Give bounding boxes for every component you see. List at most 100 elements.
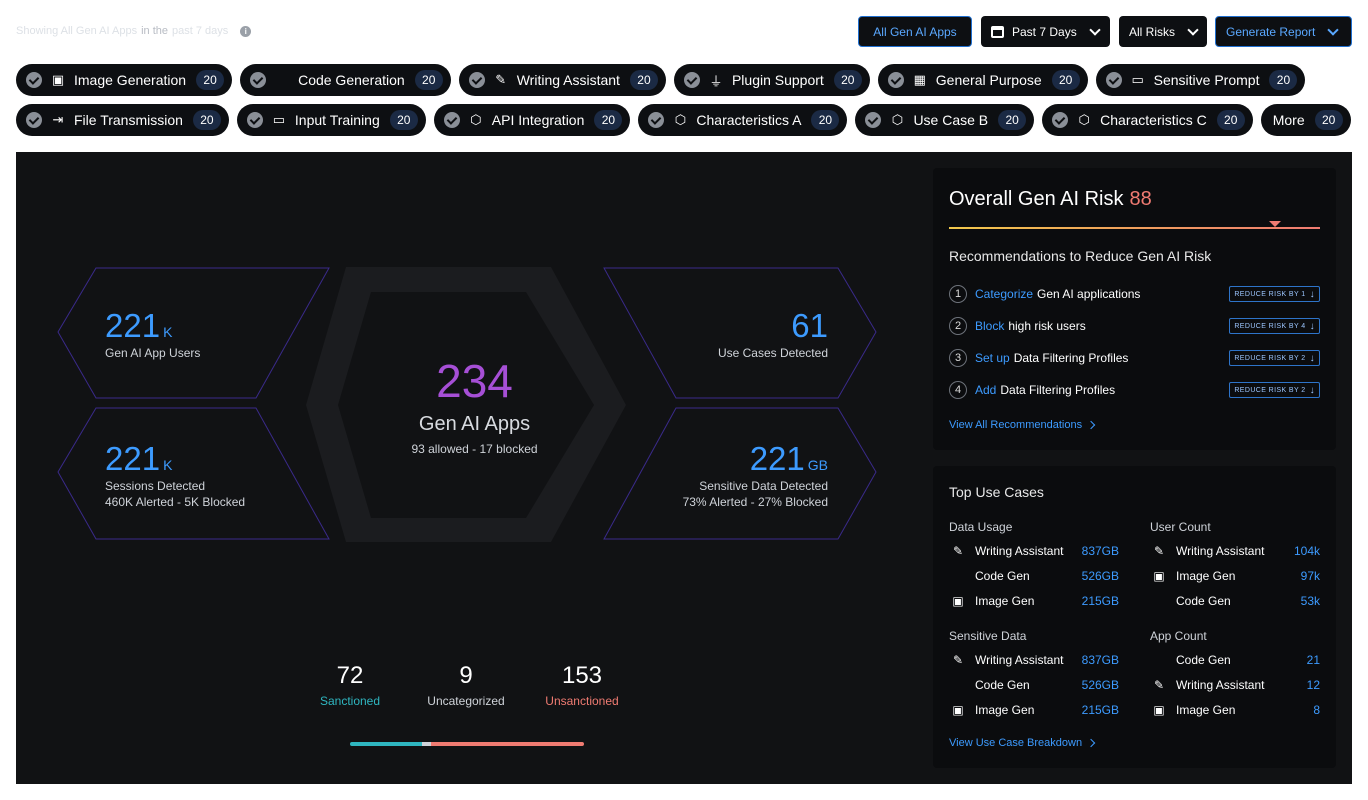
- api-icon: ⬡: [891, 112, 904, 127]
- more-chip[interactable]: More 20: [1260, 104, 1351, 136]
- input-icon: ▭: [272, 112, 286, 127]
- chip-label: Plugin Support: [731, 72, 824, 88]
- chip-count: 20: [414, 70, 443, 90]
- image-icon: ▣: [51, 72, 65, 87]
- period-label: Past 7 Days: [1012, 24, 1077, 39]
- reduce-risk-button[interactable]: REDUCE RISK BY 1 ↓: [1229, 286, 1320, 302]
- sessions-label: Sessions Detected: [105, 479, 206, 493]
- rec-action-link[interactable]: Categorize: [975, 287, 1033, 301]
- filter-chip-file-transmission[interactable]: ⇥ File Transmission 20: [16, 104, 229, 136]
- filter-chip-input-training[interactable]: ▭ Input Training 20: [236, 104, 426, 136]
- info-icon[interactable]: i: [240, 25, 252, 37]
- use-case-label: Code Gen: [1176, 653, 1231, 667]
- chip-label: File Transmission: [74, 112, 183, 128]
- chip-label: Image Generation: [74, 72, 187, 88]
- reduce-risk-label: REDUCE RISK BY 1: [1234, 290, 1306, 298]
- plug-icon: ⏚: [709, 73, 723, 89]
- filter-chip-api-integration[interactable]: ⬡ API Integration 20: [433, 104, 631, 136]
- filter-chip-writing-assistant[interactable]: ✎ Writing Assistant 20: [458, 64, 666, 96]
- check-circle-icon[interactable]: [648, 112, 665, 128]
- use-case-row: Code Gen 526GB: [949, 567, 1119, 585]
- chip-label: Writing Assistant: [516, 72, 620, 88]
- check-circle-icon[interactable]: [443, 112, 460, 128]
- api-icon: ⬡: [674, 112, 687, 127]
- filter-chip-sensitive-prompt[interactable]: ▭ Sensitive Prompt 20: [1095, 64, 1306, 96]
- chip-count: 20: [196, 70, 225, 90]
- summary-area: 221 K Gen AI App Users 221 K Sessions Dete…: [16, 152, 933, 784]
- check-circle-icon[interactable]: [1052, 112, 1069, 128]
- chip-label: Code Generation: [298, 72, 405, 88]
- chip-label: Use Case B: [913, 112, 989, 128]
- generate-report-button[interactable]: Generate Report: [1215, 16, 1352, 47]
- chip-count: 20: [1269, 70, 1298, 90]
- chip-count: 20: [629, 70, 658, 90]
- filter-chip-general-purpose[interactable]: ▦ General Purpose 20: [877, 64, 1088, 96]
- use-case-group-title: App Count: [1150, 629, 1207, 643]
- reduce-risk-label: REDUCE RISK BY 2: [1234, 386, 1306, 394]
- period-dropdown[interactable]: Past 7 Days: [981, 16, 1110, 47]
- chip-label: General Purpose: [935, 72, 1042, 88]
- all-gen-ai-apps-button[interactable]: All Gen AI Apps: [858, 16, 972, 47]
- dashboard: 221 K Gen AI App Users 221 K Sessions Dete…: [16, 152, 1352, 784]
- check-circle-icon[interactable]: [26, 112, 42, 128]
- risk-score: 88: [1129, 188, 1152, 210]
- rec-number: 4: [949, 381, 967, 399]
- use-case-row: ▣ Image Gen 8: [1150, 701, 1320, 719]
- reduce-risk-button[interactable]: REDUCE RISK BY 4 ↓: [1229, 318, 1320, 334]
- reduce-risk-button[interactable]: REDUCE RISK BY 2 ↓: [1229, 350, 1320, 366]
- stat-usecases: 61 Use Cases Detected: [718, 307, 828, 361]
- view-all-recommendations-link[interactable]: View All Recommendations: [949, 419, 1096, 431]
- filter-chip-plugin-support[interactable]: ⏚ Plugin Support 20: [673, 64, 870, 96]
- check-circle-icon[interactable]: [468, 72, 485, 88]
- uncategorized-segment: [422, 742, 431, 746]
- use-case-group-title: Data Usage: [949, 520, 1013, 534]
- in-the-text: in the: [141, 25, 169, 37]
- showing-text: Showing All Gen AI Apps: [16, 25, 138, 37]
- users-unit: K: [163, 324, 173, 340]
- use-case-value: 526GB: [1081, 569, 1119, 583]
- calendar-icon: [991, 25, 1004, 38]
- use-case-value: 104k: [1293, 544, 1320, 558]
- filter-chip-characteristics-c[interactable]: ⬡ Characteristics C 20: [1042, 104, 1253, 136]
- check-circle-icon[interactable]: [1105, 72, 1122, 88]
- check-circle-icon[interactable]: [250, 72, 267, 88]
- use-case-title: Top Use Cases: [949, 484, 1044, 500]
- use-case-label: Writing Assistant: [975, 544, 1064, 558]
- rec-action-link[interactable]: Add: [975, 383, 996, 397]
- use-case-row: ✎ Writing Assistant 12: [1150, 676, 1320, 694]
- check-circle-icon[interactable]: [683, 72, 700, 88]
- all-gen-ai-apps-label: All Gen AI Apps: [873, 24, 957, 39]
- image-icon: ▣: [952, 703, 964, 717]
- use-case-value: 12: [1306, 678, 1320, 692]
- recommendation-row: 4 Add Data Filtering Profiles REDUCE RISK B…: [949, 379, 1320, 401]
- use-case-group-title: Sensitive Data: [949, 629, 1027, 643]
- chip-count: 20: [833, 70, 862, 90]
- use-case-row: Code Gen 21: [1150, 651, 1320, 669]
- view-use-case-breakdown-link[interactable]: View Use Case Breakdown: [949, 737, 1096, 749]
- filter-chip-characteristics-a[interactable]: ⬡ Characteristics A 20: [638, 104, 848, 136]
- rec-text: Data Filtering Profiles: [1013, 351, 1129, 365]
- sanctioned-label: Sanctioned: [319, 694, 381, 708]
- rec-action-link[interactable]: Block: [975, 319, 1004, 333]
- users-value: 221: [105, 307, 161, 344]
- rec-action-link[interactable]: Set up: [975, 351, 1010, 365]
- chip-label: Characteristics A: [696, 112, 802, 128]
- chip-count: 20: [1051, 70, 1080, 90]
- api-icon: ⬡: [1078, 112, 1090, 127]
- check-circle-icon[interactable]: [246, 112, 263, 128]
- chip-row-2: ⇥ File Transmission 20 ▭ Input Training 20 ⬡ AP…: [16, 104, 1351, 136]
- use-case-row: Code Gen 526GB: [949, 676, 1119, 694]
- filter-chip-code-generation[interactable]: Code Generation 20: [240, 64, 451, 96]
- filter-chip-image-generation[interactable]: ▣ Image Generation 20: [16, 64, 233, 96]
- use-case-panel: Top Use Cases Data Usage ✎ Writing Assista…: [933, 466, 1336, 768]
- chip-count: 20: [1216, 110, 1245, 130]
- recommendation-row: 2 Block high risk users REDUCE RISK BY 4 ↓: [949, 315, 1320, 337]
- check-circle-icon[interactable]: [26, 72, 42, 88]
- filter-chip-use-case-b[interactable]: ⬡ Use Case B 20: [855, 104, 1035, 136]
- rec-number: 3: [949, 349, 967, 367]
- use-case-row: ✎ Writing Assistant 837GB: [949, 651, 1119, 669]
- reduce-risk-button[interactable]: REDUCE RISK BY 2 ↓: [1229, 382, 1320, 398]
- risks-dropdown[interactable]: All Risks: [1119, 16, 1207, 47]
- check-circle-icon[interactable]: [865, 112, 882, 128]
- check-circle-icon[interactable]: [887, 72, 904, 88]
